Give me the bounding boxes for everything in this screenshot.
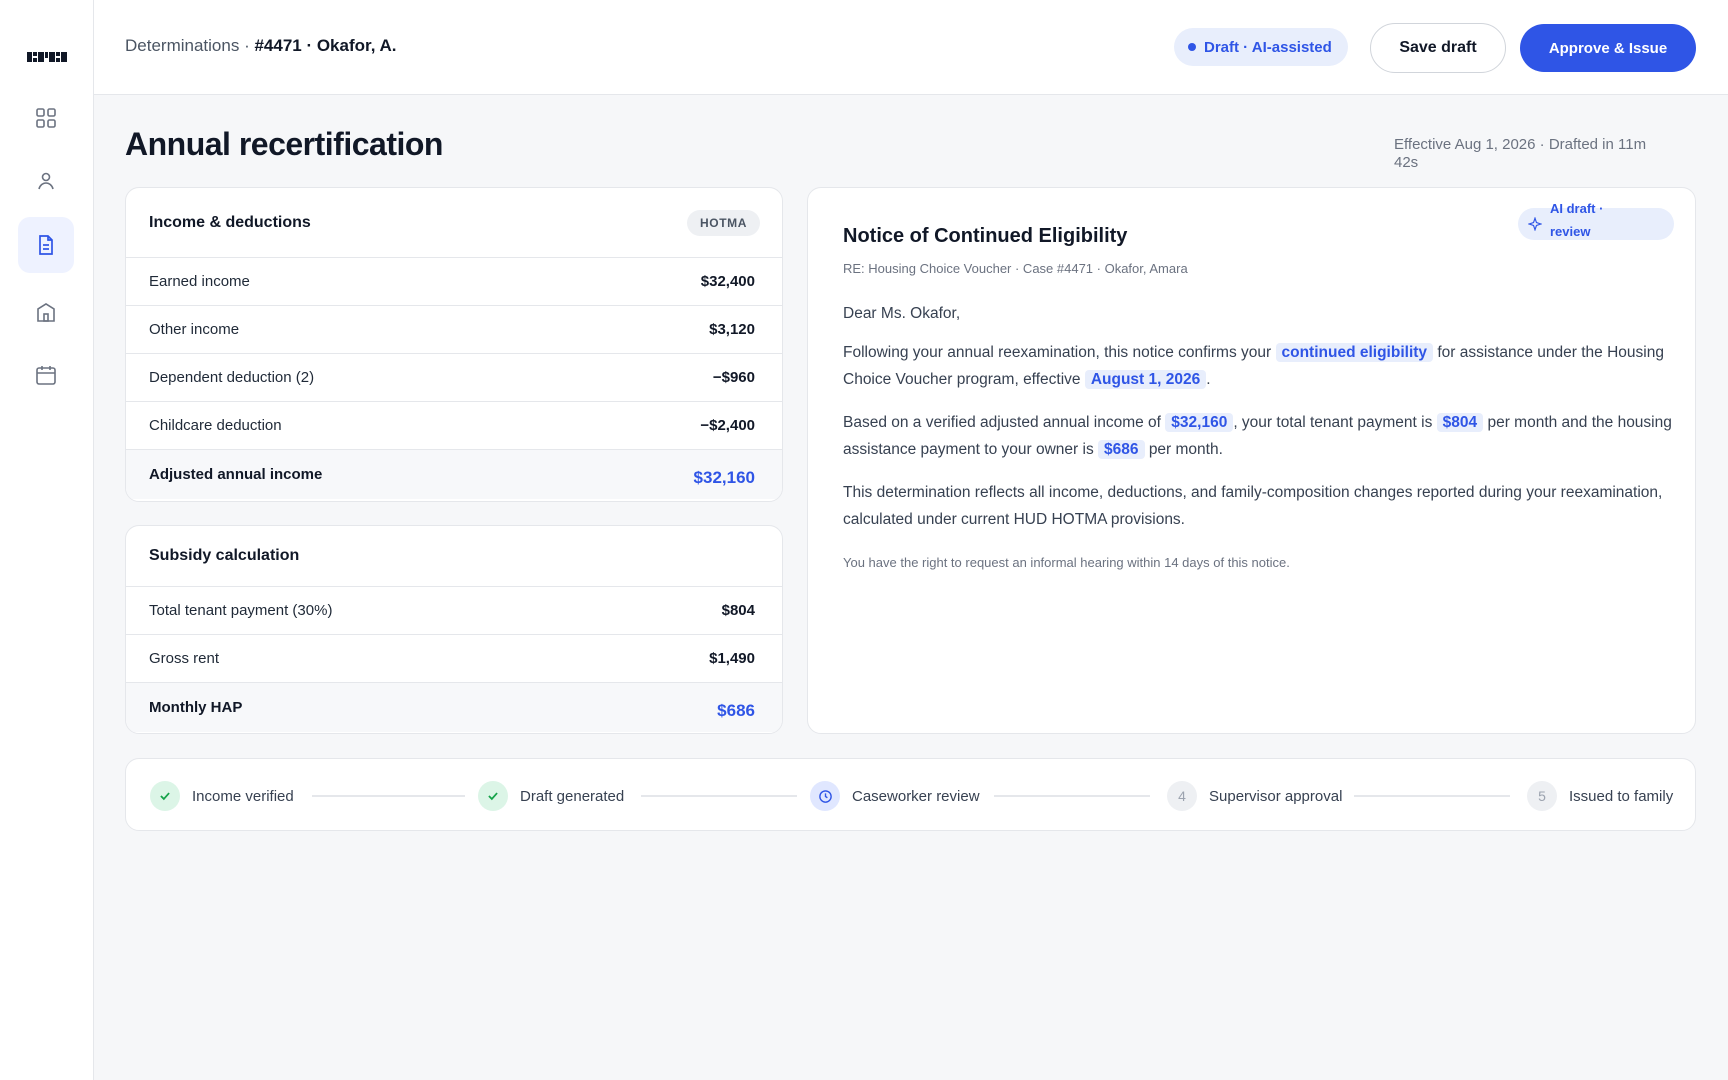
row-value: −$2,400	[700, 417, 755, 434]
row-label: Other income	[149, 321, 240, 338]
breadcrumb-case: #4471 · Okafor, A.	[254, 36, 397, 55]
paragraph-2: Based on a verified adjusted annual inco…	[843, 409, 1673, 463]
step-label: Caseworker review	[852, 787, 980, 805]
table-row: Dependent deduction (2) −$960	[126, 354, 782, 402]
total-row: Adjusted annual income $32,160	[126, 450, 782, 499]
text: .	[1206, 371, 1211, 388]
page-meta: Effective Aug 1, 2026 · Drafted in 11m 4…	[1394, 136, 1647, 171]
text: Following your annual reexamination, thi…	[843, 344, 1272, 361]
notice-title: Notice of Continued Eligibility	[843, 225, 1128, 247]
salutation: Dear Ms. Okafor,	[843, 305, 961, 322]
clock-icon	[810, 781, 840, 811]
step-label: Draft generated	[520, 787, 625, 805]
row-value: $3,120	[709, 321, 755, 338]
hearing-rights-notice: You have the right to request an informa…	[843, 555, 1290, 570]
notice-reference: RE: Housing Choice Voucher · Case #4471 …	[843, 261, 1188, 276]
notice-body[interactable]: Dear Ms. Okafor, Following your annual r…	[843, 300, 1673, 592]
row-label: Gross rent	[149, 650, 220, 667]
subsidy-card-title: Subsidy calculation	[149, 547, 300, 564]
ai-draft-badge[interactable]: AI draft · review	[1518, 201, 1674, 240]
row-value: $32,400	[700, 273, 755, 290]
paragraph-1: Following your annual reexamination, thi…	[843, 339, 1673, 393]
highlight-adjusted-income[interactable]: $32,160	[1165, 413, 1234, 432]
approve-issue-button[interactable]: Approve & Issue	[1520, 24, 1696, 72]
notice-card: Notice of Continued Eligibility AI draft…	[807, 187, 1696, 734]
nav-properties[interactable]	[18, 284, 74, 340]
step-supervisor-approval[interactable]: 4 Supervisor approval	[1167, 781, 1342, 811]
logo-mark[interactable]	[27, 48, 67, 66]
row-label: Dependent deduction (2)	[149, 369, 315, 386]
step-issued-to-family[interactable]: 5 Issued to family	[1527, 781, 1673, 811]
step-income-verified[interactable]: Income verified	[150, 781, 294, 811]
row-label: Childcare deduction	[149, 417, 282, 434]
person-icon	[38, 172, 54, 190]
total-value: $686	[717, 700, 755, 720]
sidebar	[0, 0, 94, 1080]
nav-calendar[interactable]	[18, 347, 74, 403]
row-value: $1,490	[709, 650, 755, 667]
check-icon	[478, 781, 508, 811]
total-label: Adjusted annual income	[149, 466, 323, 483]
building-icon	[37, 303, 55, 322]
total-label: Monthly HAP	[149, 699, 243, 716]
table-row: Childcare deduction −$2,400	[126, 402, 782, 450]
table-row: Total tenant payment (30%) $804	[126, 587, 782, 635]
income-card-title: Income & deductions	[149, 213, 311, 231]
highlight-effective-date[interactable]: August 1, 2026	[1084, 370, 1207, 389]
document-icon	[39, 235, 53, 255]
subsidy-calculation-card: Subsidy calculation Total tenant payment…	[125, 525, 783, 734]
check-icon	[150, 781, 180, 811]
dashboard-icon	[36, 108, 56, 128]
status-dot-icon	[1188, 43, 1196, 51]
nav-determinations[interactable]	[18, 217, 74, 273]
table-row: Other income $3,120	[126, 306, 782, 354]
workflow-stepper: Income verified Draft generated Casework…	[125, 758, 1696, 831]
status-badge: Draft · AI-assisted	[1174, 28, 1348, 66]
subsidy-card-header: Subsidy calculation	[126, 526, 782, 587]
row-label: Total tenant payment (30%)	[149, 602, 333, 619]
highlight-tenant-payment[interactable]: $804	[1436, 413, 1484, 432]
page-title: Annual recertification	[125, 126, 443, 162]
step-draft-generated[interactable]: Draft generated	[478, 781, 624, 811]
income-card-header: Income & deductions HOTMA	[126, 188, 782, 258]
highlight-eligibility[interactable]: continued eligibility	[1275, 343, 1434, 362]
hotma-tag: HOTMA	[687, 209, 760, 236]
total-row: Monthly HAP $686	[126, 683, 782, 732]
total-value: $32,160	[693, 467, 755, 487]
step-label: Supervisor approval	[1209, 787, 1343, 805]
row-label: Earned income	[149, 273, 250, 290]
step-number: 4	[1167, 781, 1197, 811]
row-value: −$960	[712, 369, 755, 386]
breadcrumb-section[interactable]: Determinations	[125, 36, 239, 55]
table-row: Earned income $32,400	[126, 258, 782, 306]
highlight-hap[interactable]: $686	[1098, 440, 1145, 459]
sparkle-icon	[1528, 217, 1542, 231]
row-value: $804	[721, 602, 755, 619]
step-connector	[1354, 795, 1510, 797]
step-connector	[312, 795, 465, 797]
text: per month.	[1148, 441, 1223, 458]
save-draft-button[interactable]: Save draft	[1370, 23, 1506, 73]
breadcrumb: Determinations · #4471 · Okafor, A.	[125, 36, 397, 56]
calendar-icon	[36, 366, 56, 385]
text: , your total tenant payment is	[1233, 414, 1433, 431]
step-connector	[641, 795, 797, 797]
text: Based on a verified adjusted annual inco…	[843, 414, 1161, 431]
ai-draft-badge-label: AI draft · review	[1550, 201, 1604, 239]
nav-people[interactable]	[18, 153, 74, 209]
status-badge-label: Draft · AI-assisted	[1204, 38, 1332, 56]
table-row: Gross rent $1,490	[126, 635, 782, 683]
step-label: Income verified	[192, 787, 294, 805]
step-connector	[994, 795, 1150, 797]
step-label: Issued to family	[1569, 787, 1674, 805]
step-caseworker-review[interactable]: Caseworker review	[810, 781, 980, 811]
breadcrumb-separator: ·	[244, 36, 255, 55]
nav-dashboard[interactable]	[18, 90, 74, 146]
income-deductions-card: Income & deductions HOTMA Earned income …	[125, 187, 783, 502]
paragraph-3: This determination reflects all income, …	[843, 484, 1663, 528]
top-bar: Determinations · #4471 · Okafor, A. Draf…	[94, 0, 1728, 95]
step-number: 5	[1527, 781, 1557, 811]
